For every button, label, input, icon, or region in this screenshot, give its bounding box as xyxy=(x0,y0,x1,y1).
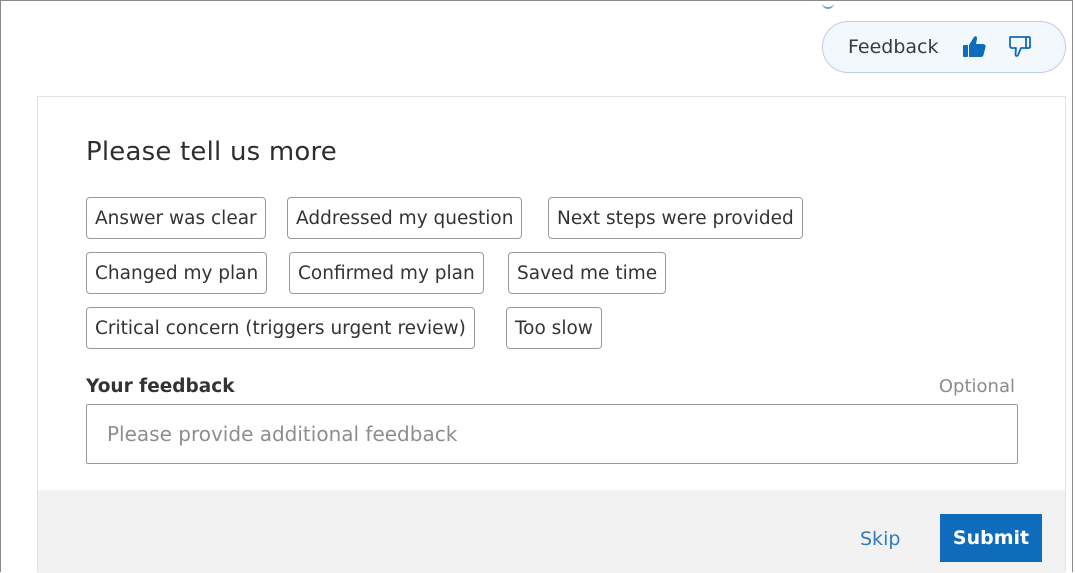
skip-link[interactable]: Skip xyxy=(860,528,900,550)
chip-too-slow[interactable]: Too slow xyxy=(506,307,602,349)
chip-answer-was-clear[interactable]: Answer was clear xyxy=(86,197,266,239)
chip-addressed-my-question[interactable]: Addressed my question xyxy=(287,197,523,239)
card-title: Please tell us more xyxy=(86,137,337,167)
chip-critical-concern[interactable]: Critical concern (triggers urgent review… xyxy=(86,307,475,349)
chip-next-steps-were-provided[interactable]: Next steps were provided xyxy=(548,197,803,239)
thumbs-down-icon[interactable] xyxy=(1006,33,1034,61)
submit-button[interactable]: Submit xyxy=(940,514,1042,562)
feedback-input[interactable] xyxy=(86,404,1018,464)
feedback-card: Please tell us more Answer was clear Add… xyxy=(37,96,1066,573)
thumbs-up-icon[interactable] xyxy=(960,33,988,61)
chip-saved-me-time[interactable]: Saved me time xyxy=(508,252,667,294)
optional-label: Optional xyxy=(938,376,1015,397)
chip-changed-my-plan[interactable]: Changed my plan xyxy=(86,252,268,294)
feedback-field-label: Your feedback xyxy=(86,376,235,397)
card-footer: Skip Submit xyxy=(38,490,1065,573)
feedback-pill-label: Feedback xyxy=(848,36,939,58)
chip-confirmed-my-plan[interactable]: Confirmed my plan xyxy=(289,252,484,294)
feedback-pill: Feedback xyxy=(822,21,1066,73)
